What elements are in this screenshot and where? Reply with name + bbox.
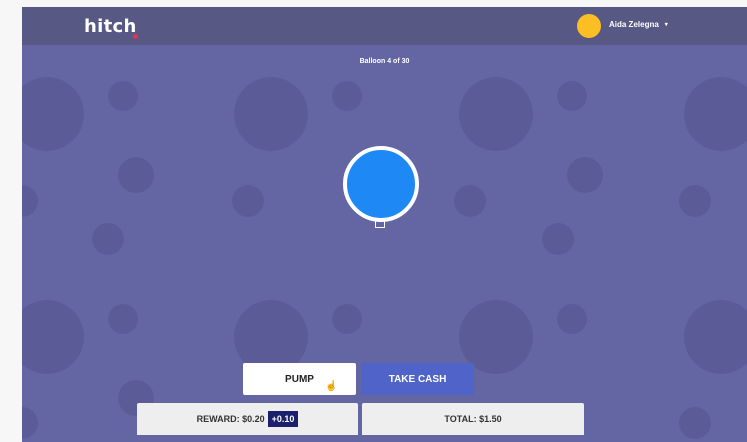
user-name: Aida Zelegna	[609, 20, 659, 29]
background-circle	[22, 185, 38, 217]
background-circle	[92, 223, 124, 255]
background-circle	[232, 185, 264, 217]
logo-dot-icon	[133, 34, 138, 39]
hitch-logo[interactable]: hitch	[84, 16, 137, 37]
pump-button[interactable]: PUMP	[243, 363, 356, 395]
background-circle	[567, 157, 603, 193]
background-circle	[22, 300, 84, 374]
background-circle	[108, 81, 138, 111]
take-cash-button[interactable]: TAKE CASH	[361, 363, 474, 395]
reward-value: REWARD: $0.20	[196, 414, 265, 424]
total-display: TOTAL: $1.50	[362, 403, 584, 435]
balloon-counter: Balloon 4 of 30	[359, 58, 410, 65]
background-circle	[459, 77, 533, 151]
reward-bonus-badge: +0.10	[267, 411, 299, 427]
background-circle	[542, 223, 574, 255]
background-circle	[332, 81, 362, 111]
balloon	[343, 146, 419, 222]
background-circle	[557, 304, 587, 334]
total-value: TOTAL: $1.50	[444, 414, 502, 424]
background-circle	[454, 185, 486, 217]
background-circle	[679, 407, 711, 439]
background-circle	[108, 304, 138, 334]
background-circle	[118, 157, 154, 193]
background-circle	[557, 81, 587, 111]
hand-cursor-icon: ☝	[325, 381, 338, 392]
top-navigation-bar: hitch Aida Zelegna ▾	[22, 7, 747, 45]
chevron-down-icon: ▾	[664, 22, 668, 28]
user-menu[interactable]: Aida Zelegna ▾	[609, 20, 668, 29]
background-circle	[22, 407, 38, 439]
reward-display: REWARD: $0.20 +0.10	[137, 403, 358, 435]
background-circle	[332, 304, 362, 334]
background-circle	[679, 185, 711, 217]
balloon-knot-icon	[375, 221, 385, 228]
background-circle	[684, 77, 747, 151]
background-circle	[234, 77, 308, 151]
background-circle	[684, 300, 747, 374]
background-circle	[22, 77, 84, 151]
user-avatar[interactable]	[577, 14, 601, 38]
